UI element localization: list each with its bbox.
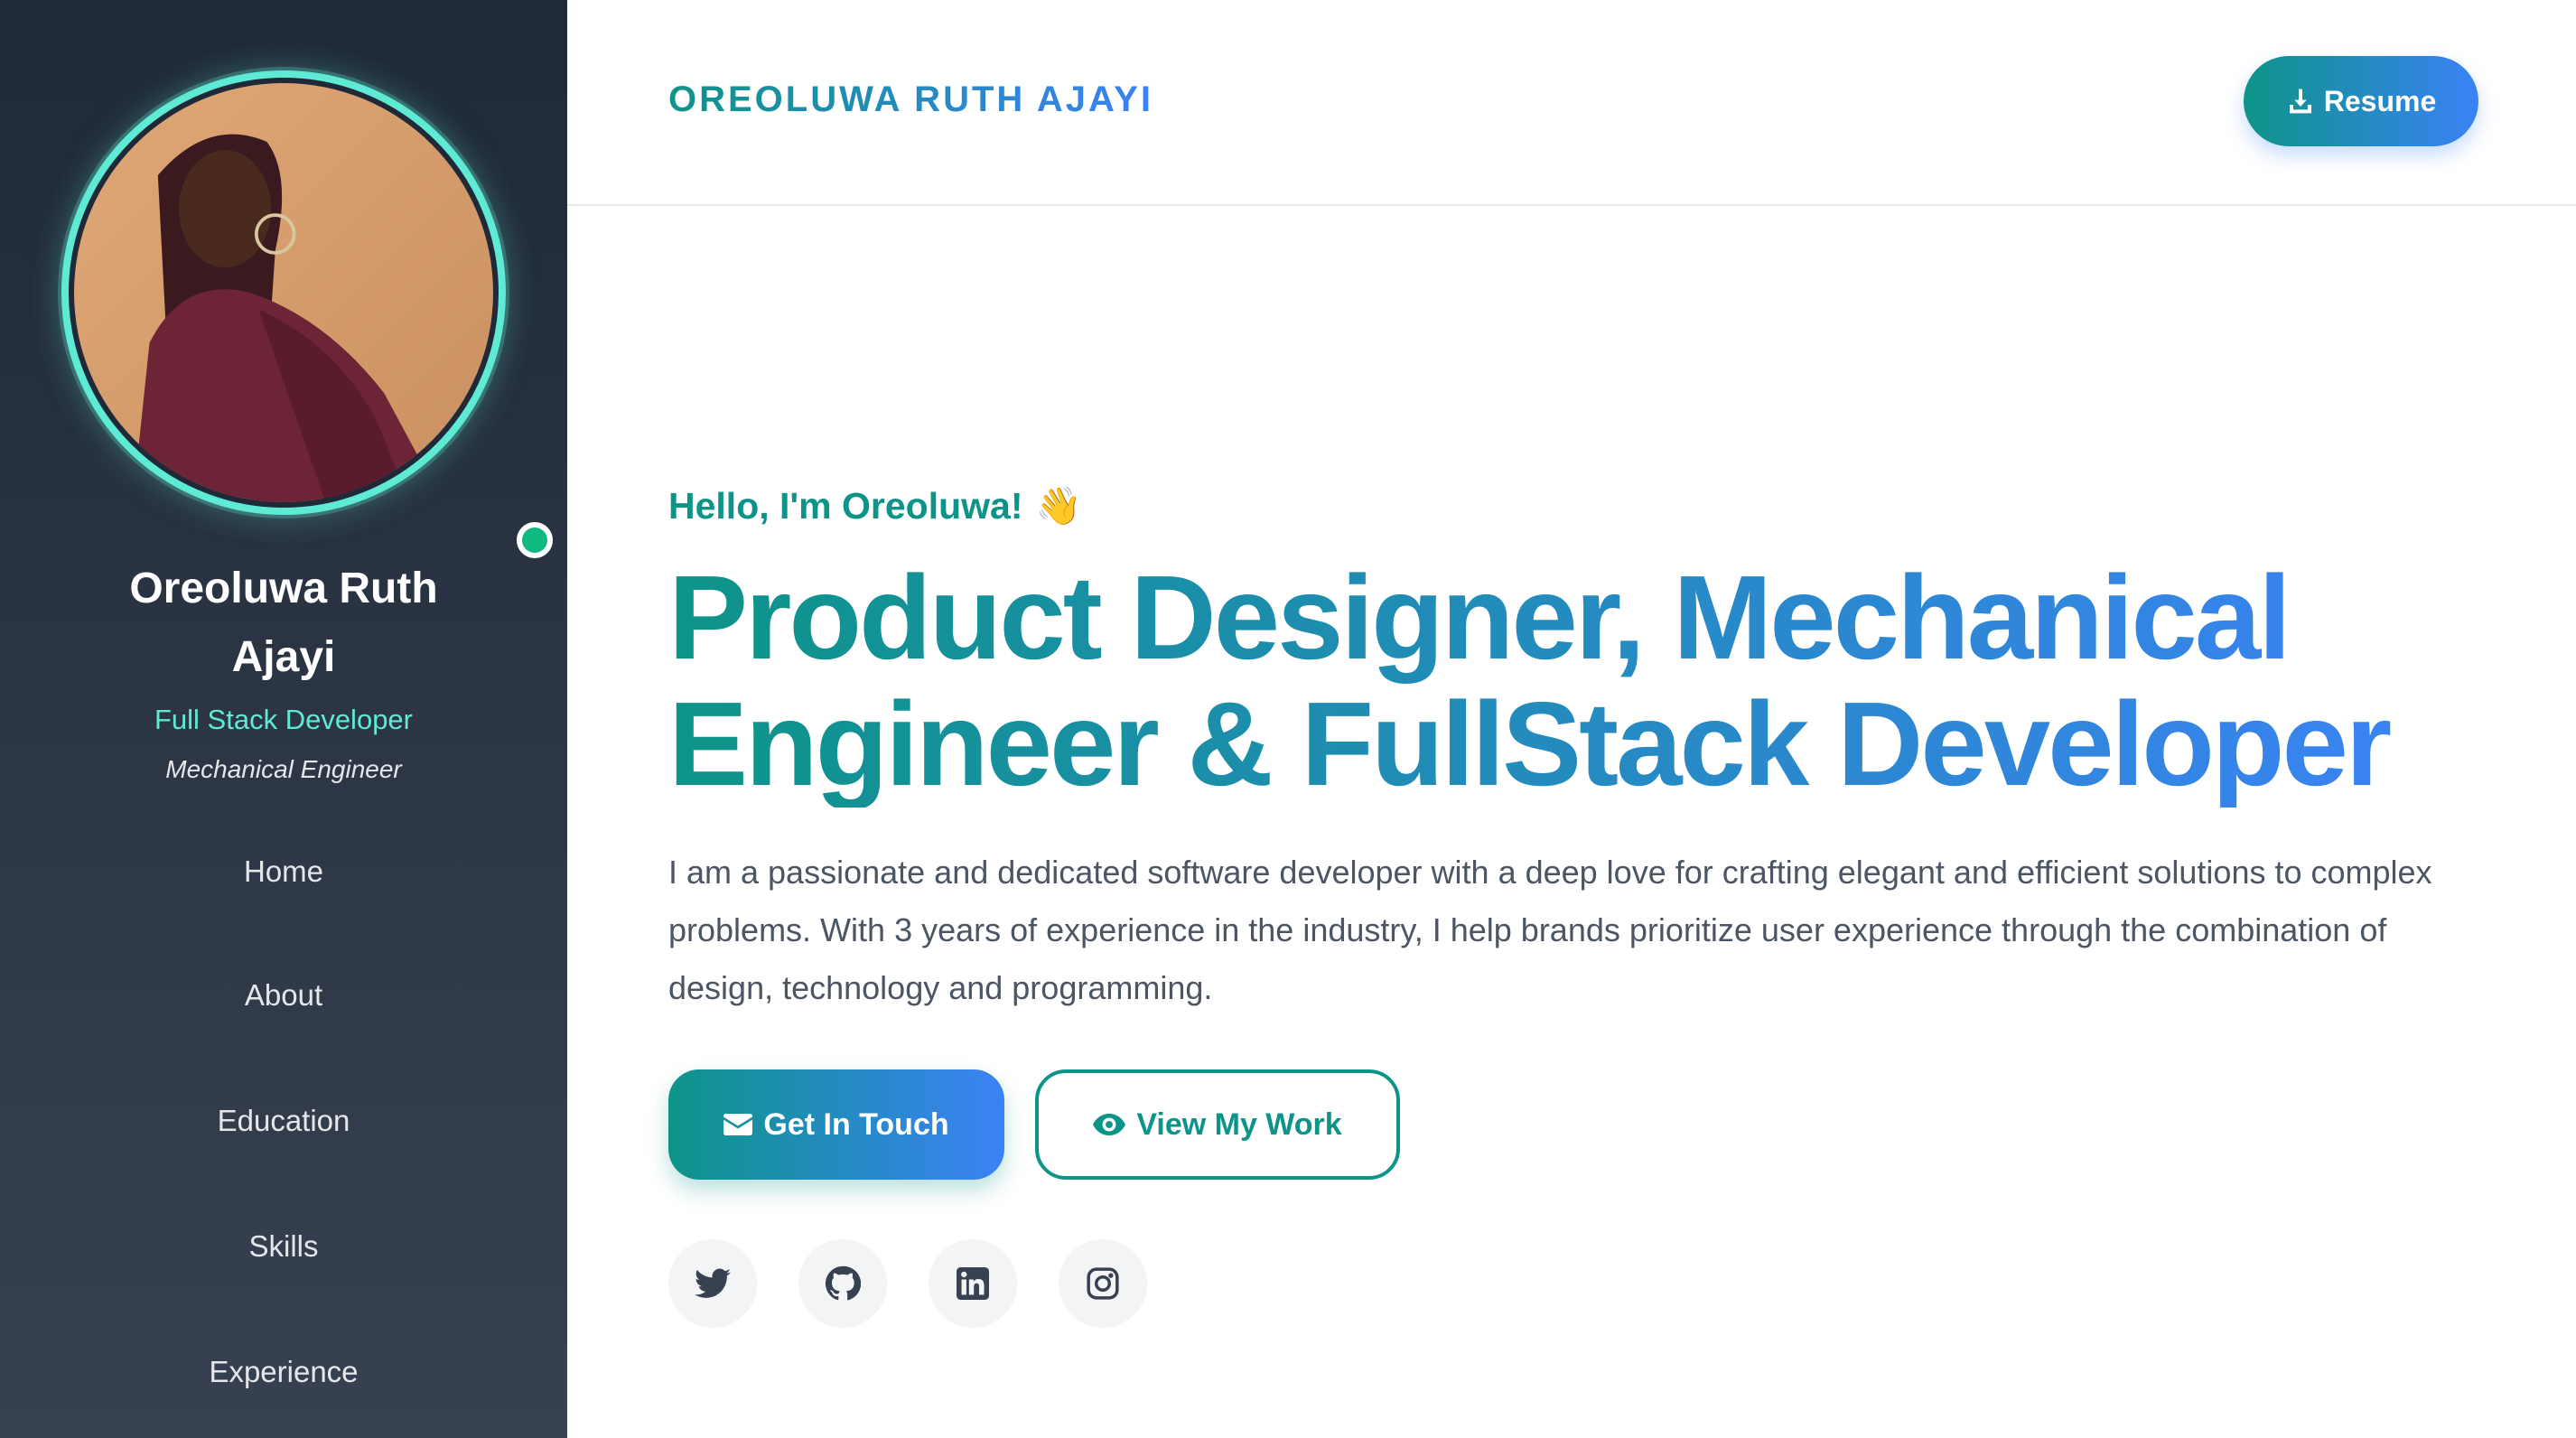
- hero-headline: Product Designer, Mechanical Engineer & …: [668, 555, 2457, 808]
- avatar-ring: [61, 70, 506, 515]
- view-my-work-button[interactable]: View My Work: [1035, 1069, 1400, 1180]
- profile-subtitle: Mechanical Engineer: [165, 755, 402, 783]
- avatar: [74, 83, 493, 502]
- waving-hand-icon: 👋: [1035, 485, 1082, 527]
- greeting-text: Hello, I'm Oreoluwa!: [668, 485, 1023, 527]
- resume-button[interactable]: Resume: [2244, 56, 2478, 146]
- brand-title[interactable]: OREOLUWA RUTH AJAYI: [668, 79, 1153, 120]
- github-icon: [825, 1265, 861, 1301]
- online-status-dot: [517, 522, 553, 558]
- linkedin-link[interactable]: [929, 1239, 1017, 1328]
- envelope-icon: [723, 1114, 753, 1135]
- twitter-link[interactable]: [668, 1239, 757, 1328]
- twitter-icon: [695, 1268, 731, 1298]
- sidebar-item-education[interactable]: Education: [0, 1058, 567, 1183]
- sidebar-item-about[interactable]: About: [0, 932, 567, 1058]
- sidebar-item-home[interactable]: Home: [0, 836, 567, 932]
- get-in-touch-label: Get In Touch: [763, 1107, 949, 1142]
- sidebar-item-skills[interactable]: Skills: [0, 1183, 567, 1309]
- instagram-icon: [1087, 1267, 1119, 1300]
- social-links: [668, 1239, 2493, 1328]
- cta-row: Get In Touch View My Work: [668, 1069, 2493, 1180]
- hero-section: Hello, I'm Oreoluwa! 👋 Product Designer,…: [668, 479, 2493, 1328]
- get-in-touch-button[interactable]: Get In Touch: [668, 1069, 1004, 1180]
- profile-name: Oreoluwa Ruth Ajayi: [129, 565, 438, 681]
- greeting: Hello, I'm Oreoluwa! 👋: [668, 479, 2493, 533]
- instagram-link[interactable]: [1059, 1239, 1147, 1328]
- eye-icon: [1093, 1114, 1126, 1135]
- top-header: OREOLUWA RUTH AJAYI Resume: [567, 0, 2576, 206]
- profile-role: Full Stack Developer: [154, 704, 413, 735]
- github-link[interactable]: [798, 1239, 887, 1328]
- linkedin-icon: [957, 1267, 989, 1300]
- hero-intro: I am a passionate and dedicated software…: [668, 854, 2432, 1006]
- avatar-container: [61, 70, 553, 558]
- sidebar: Oreoluwa Ruth Ajayi Full Stack Developer…: [0, 0, 567, 1438]
- sidebar-nav: Home About Education Skills Experience: [0, 836, 567, 1434]
- sidebar-item-experience[interactable]: Experience: [0, 1309, 567, 1434]
- view-my-work-label: View My Work: [1136, 1107, 1342, 1142]
- resume-button-label: Resume: [2323, 84, 2437, 117]
- download-icon: [2289, 89, 2311, 114]
